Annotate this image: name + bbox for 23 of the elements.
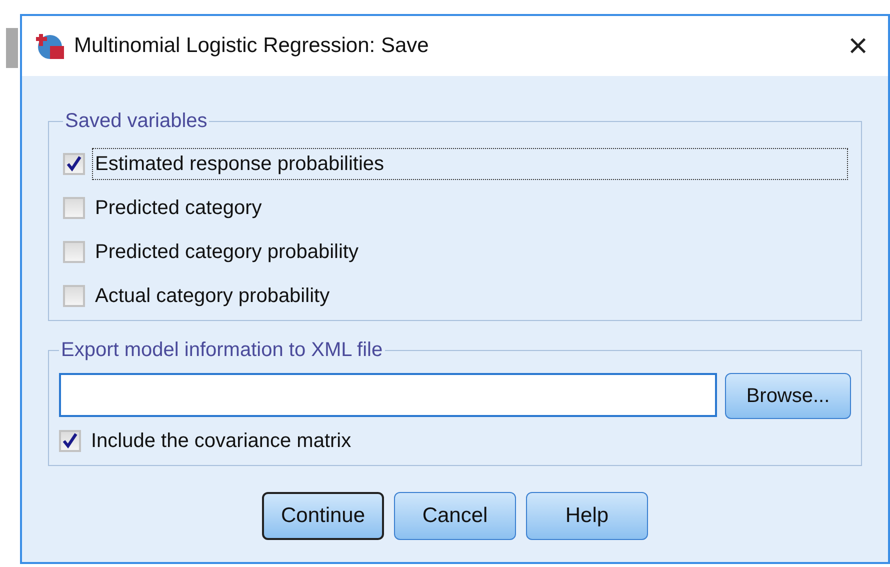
checkbox[interactable] <box>63 285 85 307</box>
dialog-button[interactable]: Help <box>526 492 648 540</box>
checkbox[interactable] <box>63 197 85 219</box>
checkbox[interactable] <box>59 430 81 452</box>
checkbox-label[interactable]: Include the covariance matrix <box>89 426 354 456</box>
checkbox-label[interactable]: Predicted category probability <box>93 237 360 267</box>
browse-button[interactable]: Browse... <box>725 373 851 419</box>
group-title: Saved variables <box>64 109 208 134</box>
checkbox-label[interactable]: Predicted category <box>93 193 264 223</box>
checkbox[interactable] <box>63 241 85 263</box>
group-title: Export model information to XML file <box>60 338 384 363</box>
checkbox-label[interactable]: Estimated response probabilities <box>93 149 847 179</box>
close-button[interactable]: × <box>842 29 874 63</box>
checkbox-label[interactable]: Actual category probability <box>93 281 332 311</box>
checkbox[interactable] <box>63 153 85 175</box>
checkmark-icon <box>66 156 82 172</box>
dialog-button[interactable]: Continue <box>262 492 384 540</box>
dialog-button[interactable]: Cancel <box>394 492 516 540</box>
background-window-edge <box>6 28 18 68</box>
window-title: Multinomial Logistic Regression: Save <box>74 33 430 60</box>
file-path-field[interactable] <box>59 373 717 417</box>
app-icon <box>36 32 66 60</box>
checkmark-icon <box>62 433 78 449</box>
